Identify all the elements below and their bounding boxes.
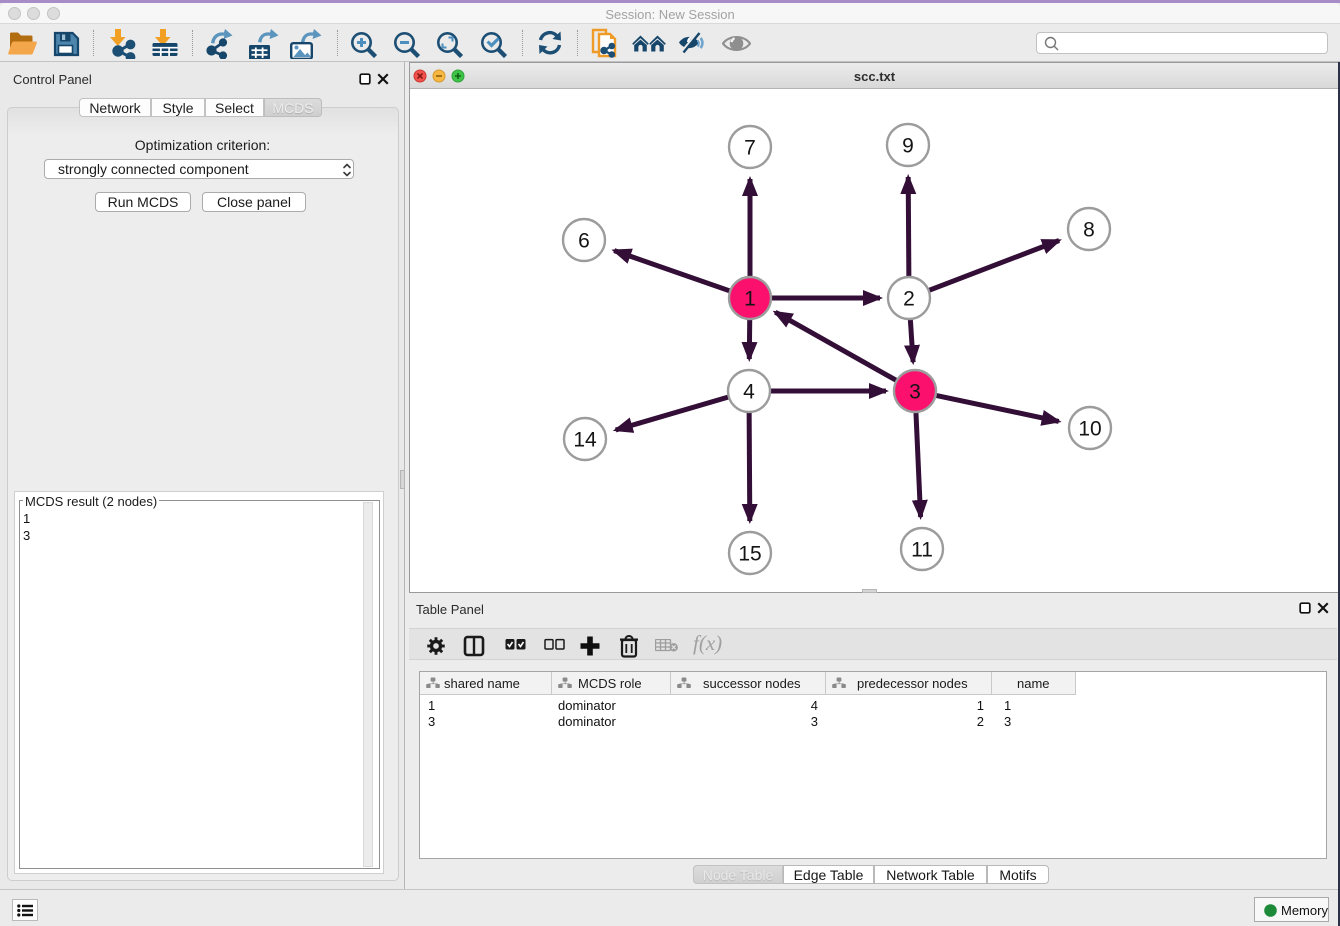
svg-text:6: 6 [578, 230, 590, 253]
svg-text:8: 8 [1083, 219, 1095, 242]
svg-text:14: 14 [573, 429, 597, 452]
svg-text:2: 2 [903, 288, 915, 311]
svg-text:9: 9 [902, 135, 914, 158]
svg-text:15: 15 [738, 543, 761, 566]
svg-text:11: 11 [911, 539, 933, 562]
svg-text:4: 4 [743, 381, 755, 404]
svg-text:3: 3 [909, 381, 921, 404]
svg-text:7: 7 [744, 137, 756, 160]
svg-text:1: 1 [744, 288, 756, 311]
svg-text:10: 10 [1078, 418, 1101, 441]
